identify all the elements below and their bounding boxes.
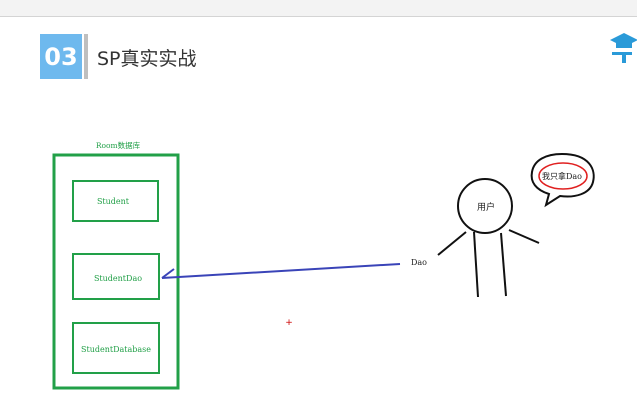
studentdatabase-box-label: StudentDatabase — [81, 345, 151, 354]
user-label: 用户 — [477, 201, 495, 213]
student-box-label: Student — [97, 197, 130, 206]
cursor-marker: + — [285, 318, 293, 328]
speech-bubble-text: 我只拿Dao — [542, 171, 582, 181]
dao-arrow — [161, 263, 401, 279]
arrow-label: Dao — [411, 258, 427, 267]
architecture-diagram: Room数据库 Student StudentDao StudentDataba… — [52, 140, 595, 390]
studentdao-box-label: StudentDao — [94, 274, 142, 283]
user-figure — [437, 178, 540, 298]
database-label: Room数据库 — [96, 140, 141, 150]
